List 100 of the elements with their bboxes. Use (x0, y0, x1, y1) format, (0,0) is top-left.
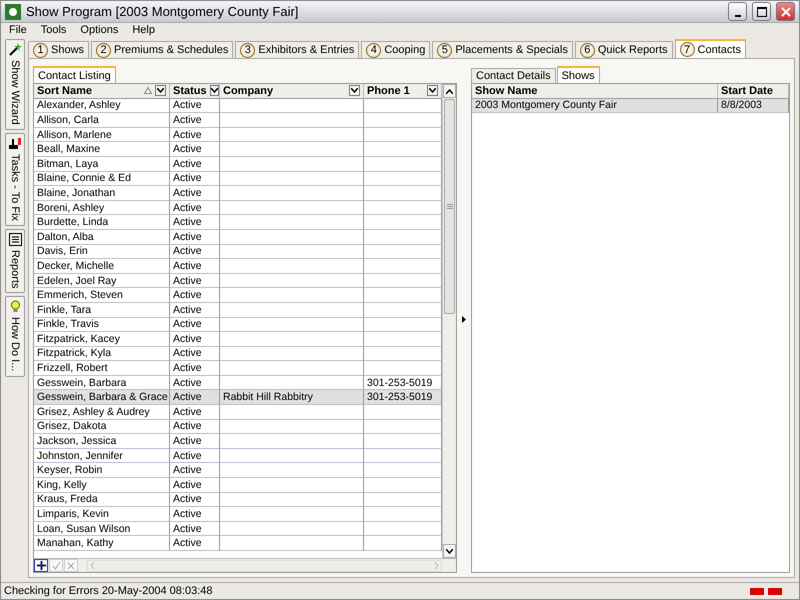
table-cell: Fitzpatrick, Kacey (34, 332, 170, 347)
filter-dropdown[interactable] (155, 85, 166, 96)
table-cell: Rabbit Hill Rabbitry (220, 390, 364, 406)
list-icon (8, 232, 22, 246)
table-cell: Active (170, 156, 220, 172)
side-tab[interactable]: Show Wizard (5, 39, 25, 130)
sub-tab[interactable]: Contact Details (471, 68, 556, 83)
tab[interactable]: 3 Exhibitors & Entries (235, 41, 360, 58)
maximize-icon (756, 6, 766, 16)
table-cell: Active (170, 113, 220, 128)
table-cell: Active (170, 244, 220, 260)
table-cell: Active (170, 200, 220, 216)
add-button[interactable] (34, 559, 48, 572)
minimize-button[interactable] (728, 2, 747, 21)
status-text: Checking for Errors 20-May-2004 08:03:48 (4, 585, 214, 597)
table-cell: Active (170, 478, 220, 493)
maximize-button[interactable] (752, 2, 771, 21)
tab[interactable]: 6 Quick Reports (574, 41, 673, 58)
side-tab[interactable]: How Do I... (5, 296, 25, 377)
cancel-icon (67, 562, 75, 570)
table-cell: Davis, Erin (34, 244, 170, 260)
tab-number: 2 (96, 42, 112, 58)
indicator-icon (750, 588, 764, 594)
window-title: Show Program [2003 Montgomery County Fair] (26, 4, 300, 19)
table-cell: Burdette, Linda (34, 215, 170, 230)
table-cell: Jackson, Jessica (34, 434, 170, 449)
tab-number: 6 (580, 42, 595, 58)
caret-icon (351, 88, 358, 94)
menu-item[interactable]: Options (80, 24, 118, 36)
tab-label: Exhibitors & Entries (258, 44, 354, 56)
wand-icon (8, 43, 22, 56)
column-header[interactable]: Company (220, 84, 364, 99)
table-cell: Active (170, 405, 220, 420)
column-title: Company (223, 84, 274, 97)
table-cell: Kraus, Freda (34, 492, 170, 508)
table-cell: Keyser, Robin (34, 463, 170, 478)
table-cell: Loan, Susan Wilson (34, 522, 170, 536)
tab[interactable]: 2 Premiums & Schedules (91, 41, 234, 58)
caret-icon (429, 88, 436, 94)
table-cell: Allison, Carla (34, 113, 170, 128)
table-cell: Finkle, Tara (34, 302, 170, 318)
column-header[interactable]: Start Date (718, 84, 789, 99)
table-cell: Active (170, 536, 220, 551)
table-cell: 301-253-5019 (364, 376, 442, 390)
tab-label: Shows (51, 44, 84, 56)
minimize-icon (734, 14, 740, 16)
table-cell: Active (170, 128, 220, 142)
table-cell: Edelen, Joel Ray (34, 274, 170, 288)
tab-label: Premiums & Schedules (114, 44, 228, 56)
menu-item[interactable]: Tools (40, 24, 66, 36)
tab-label: Cooping (384, 44, 426, 56)
app-icon (5, 4, 21, 20)
table-cell: Active (170, 259, 220, 274)
menu-item[interactable]: Help (132, 24, 155, 36)
column-header[interactable]: Phone 1 (364, 84, 442, 99)
side-tab[interactable]: Reports (5, 228, 25, 294)
table-cell: Active (170, 448, 220, 464)
column-header[interactable]: Show Name (472, 84, 718, 99)
side-tab-label: How Do I... (9, 317, 21, 372)
table-cell: Allison, Marlene (34, 128, 170, 142)
menu-item[interactable]: File (9, 24, 27, 36)
filter-dropdown[interactable] (427, 85, 438, 96)
table-cell: Active (170, 463, 220, 478)
column-header[interactable]: Sort Name (34, 84, 170, 99)
table-cell: Blaine, Jonathan (34, 186, 170, 201)
flag-icon (8, 136, 22, 150)
table-cell: Active (170, 186, 220, 201)
table-cell: King, Kelly (34, 478, 170, 493)
table-cell: Gesswein, Barbara & Grace (34, 390, 170, 406)
tab[interactable]: 4 Cooping (361, 41, 430, 58)
filter-dropdown[interactable] (210, 85, 219, 96)
table-cell: Active (170, 302, 220, 318)
table-cell: Active (170, 492, 220, 508)
column-header[interactable]: Status (170, 84, 220, 99)
table-cell: 8/8/2003 (718, 98, 789, 114)
table-cell: Emmerich, Steven (34, 288, 170, 303)
table-cell: 2003 Montgomery County Fair (472, 98, 718, 114)
sub-tab[interactable]: Shows (556, 66, 600, 83)
tab[interactable]: 1 Shows (28, 41, 90, 58)
plus-icon (36, 561, 46, 570)
indicator-icon (768, 588, 782, 594)
column-title: Status (173, 84, 207, 97)
table-cell: Active (170, 172, 220, 186)
tab[interactable]: 5 Placements & Specials (432, 41, 573, 58)
side-tab-label: Tasks - To Fix (9, 154, 21, 221)
close-button[interactable] (776, 2, 795, 21)
table-cell: Finkle, Travis (34, 318, 170, 332)
table-cell: Active (170, 522, 220, 536)
filter-dropdown[interactable] (349, 85, 360, 96)
table-cell: Active (170, 215, 220, 230)
tab-number: 4 (366, 42, 382, 58)
table-cell: Active (170, 361, 220, 376)
check-icon (52, 561, 60, 570)
side-tab[interactable]: Tasks - To Fix (5, 132, 25, 226)
table-cell: Manahan, Kathy (34, 536, 170, 551)
tab[interactable]: 7 Contacts (674, 39, 746, 58)
table-cell: Gesswein, Barbara (34, 376, 170, 390)
sub-tab[interactable]: Contact Listing (33, 66, 116, 83)
table-cell: Active (170, 507, 220, 522)
column-title: Sort Name (37, 84, 94, 97)
